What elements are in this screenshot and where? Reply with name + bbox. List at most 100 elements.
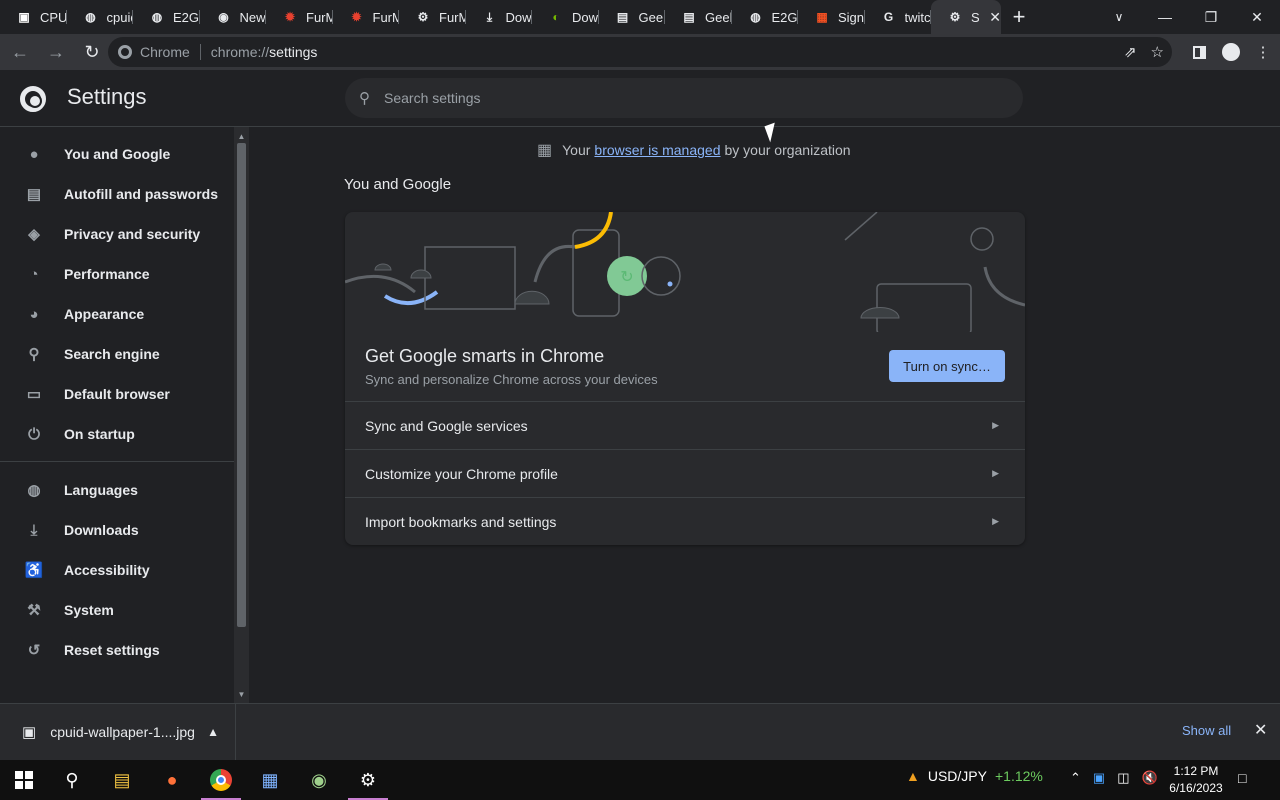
main-content: ▦ Your browser is managed by your organiza… [249, 127, 1280, 703]
url-host: settings [269, 44, 318, 60]
download-bar: ▣ cpuid-wallpaper-1....jpg ▲ Show all ✕ [0, 703, 1280, 760]
sidebar-item-performance[interactable]: ◔ Performance [0, 254, 234, 294]
accessibility-icon: ♿ [24, 562, 44, 579]
paint-icon[interactable]: ◉ [295, 760, 343, 800]
tab-title: Sign [838, 9, 864, 25]
tab-title: FurM [306, 9, 332, 25]
address-bar[interactable]: Chrome chrome://settings ⇗ ☆ [108, 37, 1172, 67]
kebab-menu-icon[interactable]: ⋮ [1252, 41, 1274, 63]
sidebar-item-reset-settings[interactable]: ↺ Reset settings [0, 630, 234, 670]
tab-10[interactable]: ▤ Geek [665, 0, 732, 34]
tab-2[interactable]: ◍ E2Gu [133, 0, 200, 34]
cpuid-icon: ▣ [18, 10, 30, 24]
chrome-taskbar-icon[interactable] [197, 760, 245, 800]
sidebar-item-default-browser[interactable]: ▭ Default browser [0, 374, 234, 414]
chrome-icon: ◉ [218, 10, 229, 24]
restore-button[interactable]: ❐ [1188, 0, 1234, 34]
row-import-bookmarks[interactable]: Import bookmarks and settings ▶ [345, 497, 1025, 545]
turn-on-sync-button[interactable]: Turn on sync… [889, 350, 1005, 382]
tab-title: twitc [904, 9, 931, 25]
tab-1[interactable]: ◍ cpuid [67, 0, 134, 34]
profile-icon[interactable] [1220, 41, 1242, 63]
site-chip-label: Chrome [140, 44, 190, 60]
chevron-up-icon[interactable]: ▲ [207, 725, 219, 739]
ticker-change: +1.12% [994, 768, 1043, 784]
side-panel-icon[interactable] [1188, 41, 1210, 63]
sidebar-item-label: Reset settings [64, 642, 160, 658]
sidebar-item-downloads[interactable]: ⤓ Downloads [0, 510, 234, 550]
minimize-button[interactable]: — [1142, 0, 1188, 34]
sidebar-item-privacy-and-security[interactable]: ◈ Privacy and security [0, 214, 234, 254]
back-button[interactable]: ← [4, 36, 36, 68]
volume-muted-icon[interactable]: 🔇 [1142, 770, 1158, 786]
toolbar: ← → ↻ Chrome chrome://settings ⇗ ☆ ⋮ [0, 34, 1280, 70]
site-chip[interactable]: Chrome [118, 44, 190, 60]
close-icon[interactable]: ✕ [1254, 720, 1267, 740]
tab-9[interactable]: ▤ Geek [599, 0, 666, 34]
tab-6[interactable]: ⚙ FurM [399, 0, 466, 34]
bookmark-star-icon[interactable]: ☆ [1151, 43, 1164, 61]
close-window-button[interactable]: ✕ [1234, 0, 1280, 34]
tabs: ▣CPUI◍cpuid◍E2Gu◉New✹FurM✹FurM⚙FurM⤓Dow◐… [0, 0, 1001, 34]
firefox-icon[interactable]: ● [148, 760, 196, 800]
tab-8[interactable]: ◐ Dow [532, 0, 599, 34]
search-bar[interactable]: ⚲ [345, 78, 1023, 118]
scroll-up-arrow-icon[interactable]: ▲ [234, 129, 249, 143]
file-explorer-icon[interactable]: ▤ [98, 760, 146, 800]
download-item[interactable]: ▣ cpuid-wallpaper-1....jpg ▲ [0, 704, 236, 760]
file-icon: ▣ [22, 724, 37, 741]
network-icon[interactable]: ◫ [1117, 770, 1129, 786]
tab-0[interactable]: ▣ CPUI [0, 0, 67, 34]
sidebar-item-label: On startup [64, 426, 135, 442]
tab-7[interactable]: ⤓ Dow [466, 0, 533, 34]
tray-chevron-icon[interactable]: ⌃ [1070, 770, 1081, 786]
omnibox-actions: ⇗ ☆ [1124, 37, 1164, 67]
microsoft-icon: ▦ [816, 10, 828, 24]
tab-5[interactable]: ✹ FurM [333, 0, 400, 34]
tray-app-icon[interactable]: ▣ [1093, 770, 1105, 786]
tab-14[interactable]: ⚙ S ✕ [931, 0, 1001, 34]
tab-13[interactable]: Gtwitc [865, 0, 932, 34]
clock[interactable]: 1:12 PM 6/16/2023 [1166, 763, 1226, 797]
download-filename: cpuid-wallpaper-1....jpg [50, 724, 195, 740]
sidebar-item-languages[interactable]: ◍ Languages [0, 470, 234, 510]
sidebar-item-system[interactable]: ⚒ System [0, 590, 234, 630]
sidebar-item-search-engine[interactable]: ⚲ Search engine [0, 334, 234, 374]
stock-ticker[interactable]: ▲ USD/JPY +1.12% [906, 768, 1043, 784]
show-all-link[interactable]: Show all [1182, 723, 1231, 738]
scrollbar-thumb[interactable] [237, 143, 246, 627]
tab-12[interactable]: ▦ Sign [798, 0, 865, 34]
tab-search-chevron-icon[interactable]: ∨ [1104, 0, 1134, 34]
furmark-icon: ✹ [284, 10, 296, 24]
search-icon: ⚲ [359, 90, 370, 107]
settings-gear-icon[interactable]: ⚙ [344, 760, 392, 800]
sidebar-item-appearance[interactable]: ◕ Appearance [0, 294, 234, 334]
clock-date: 6/16/2023 [1169, 781, 1223, 795]
tab-4[interactable]: ✹ FurM [266, 0, 333, 34]
windows-start-icon[interactable] [0, 760, 48, 800]
search-input[interactable] [384, 90, 984, 106]
tab-3[interactable]: ◉ New [200, 0, 267, 34]
sidebar-item-you-and-google[interactable]: ● You and Google [0, 134, 234, 174]
managed-link[interactable]: browser is managed [594, 142, 720, 158]
new-tab-button[interactable]: + [1001, 0, 1037, 34]
sidebar-item-autofill-and-passwords[interactable]: ▤ Autofill and passwords [0, 174, 234, 214]
notification-icon[interactable]: □ [1238, 770, 1246, 786]
svg-text:↻: ↻ [620, 269, 633, 286]
scroll-down-arrow-icon[interactable]: ▼ [234, 687, 249, 701]
page-title: Settings [67, 84, 147, 109]
row-customize-profile[interactable]: Customize your Chrome profile ▶ [345, 449, 1025, 497]
store-icon[interactable]: ▦ [246, 760, 294, 800]
windows-taskbar: ⚲ ▤ ● ▦ ◉ ⚙ ▲ USD/JPY +1.12% ⌃ ▣ ◫ 🔇 1:1… [0, 760, 1280, 800]
tab-11[interactable]: ◍ E2Gu [732, 0, 799, 34]
sidebar-item-on-startup[interactable]: ⏻ On startup [0, 414, 234, 454]
taskbar-search-icon[interactable]: ⚲ [48, 760, 96, 800]
forward-button[interactable]: → [40, 36, 72, 68]
share-icon[interactable]: ⇗ [1124, 43, 1137, 61]
sidebar-item-accessibility[interactable]: ♿ Accessibility [0, 550, 234, 590]
reload-button[interactable]: ↻ [76, 36, 108, 68]
sidebar-scrollbar[interactable]: ▲ ▼ [234, 127, 249, 703]
close-tab-icon[interactable]: ✕ [989, 9, 1001, 26]
nvidia-icon: ◐ [552, 10, 560, 24]
row-sync-google-services[interactable]: Sync and Google services ▶ [345, 401, 1025, 449]
